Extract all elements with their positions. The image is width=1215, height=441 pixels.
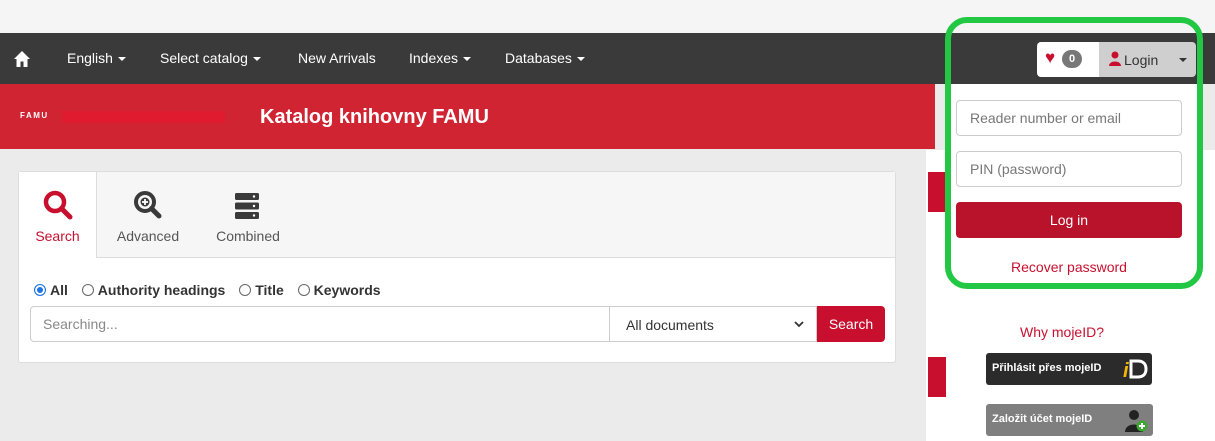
- browser-top-strip: [0, 0, 1215, 33]
- add-user-icon: [1125, 410, 1148, 432]
- search-icon: [43, 190, 72, 220]
- tab-combined[interactable]: Combined: [205, 172, 291, 258]
- nav-indexes-dropdown[interactable]: Indexes: [409, 50, 472, 66]
- tab-combined-label: Combined: [216, 228, 280, 244]
- nav-databases-label: Databases: [505, 50, 572, 66]
- chevron-down-icon: [794, 321, 804, 328]
- caret-down-icon: [576, 57, 585, 62]
- nav-english-dropdown[interactable]: English: [67, 50, 126, 66]
- server-stack-icon: [235, 193, 259, 219]
- svg-text:i: i: [1123, 360, 1129, 382]
- tab-search[interactable]: Search: [19, 172, 97, 258]
- page-title[interactable]: Katalog knihovny FAMU: [260, 106, 489, 129]
- scope-authority-option[interactable]: Authority headings: [81, 282, 236, 298]
- document-type-value: All documents: [626, 317, 714, 333]
- home-icon[interactable]: [13, 50, 31, 68]
- scope-authority-label: Authority headings: [97, 282, 226, 298]
- user-icon: [1109, 51, 1121, 66]
- log-in-button[interactable]: Log in: [956, 202, 1182, 238]
- nav-new-arrivals-link[interactable]: New Arrivals: [298, 50, 376, 66]
- caret-down-icon: [463, 57, 472, 62]
- nav-indexes-label: Indexes: [409, 50, 459, 66]
- scope-all-label: All: [50, 282, 68, 298]
- caret-down-icon: [117, 57, 126, 62]
- nav-select-catalog-dropdown[interactable]: Select catalog: [160, 50, 261, 66]
- search-input[interactable]: [30, 306, 610, 342]
- mojeid-create-label: Založit účet mojeID: [992, 413, 1093, 425]
- login-label: Login: [1124, 52, 1159, 68]
- top-navbar: English Select catalog New Arrivals Inde…: [0, 33, 1215, 84]
- sidebar-box-header: [928, 357, 946, 397]
- famu-logo[interactable]: FAMU: [20, 111, 49, 120]
- nav-databases-dropdown[interactable]: Databases: [505, 50, 585, 66]
- search-scope-radios: All Authority headings Title Keywords: [34, 282, 391, 298]
- sidebar-box-header: [928, 172, 946, 212]
- scope-title-label: Title: [255, 282, 284, 298]
- caret-down-icon: [252, 57, 261, 62]
- tab-search-label: Search: [35, 228, 80, 244]
- tab-advanced[interactable]: Advanced: [105, 172, 191, 258]
- favorites-button[interactable]: ♥ 0: [1037, 42, 1099, 77]
- tab-advanced-label: Advanced: [116, 228, 180, 244]
- heart-icon: ♥: [1045, 48, 1056, 67]
- radio-title[interactable]: [239, 284, 252, 296]
- famu-logo-bar: [62, 111, 225, 123]
- scope-keywords-label: Keywords: [313, 282, 381, 298]
- nav-english-label: English: [67, 50, 113, 66]
- radio-keywords[interactable]: [297, 284, 310, 296]
- radio-authority-headings[interactable]: [81, 284, 94, 296]
- why-mojeid-link[interactable]: Why mojeID?: [986, 324, 1138, 340]
- recover-password-link[interactable]: Recover password: [956, 259, 1182, 275]
- mojeid-create-account-button[interactable]: Založit účet mojeID: [986, 404, 1153, 436]
- mojeid-login-label: Přihlásit přes mojeID: [992, 362, 1102, 374]
- mojeid-login-button[interactable]: Přihlásit přes mojeID i: [986, 353, 1152, 385]
- radio-all[interactable]: [34, 284, 46, 296]
- scope-title-option[interactable]: Title: [239, 282, 294, 298]
- caret-down-icon: [1179, 58, 1187, 62]
- mojeid-logo-icon: i: [1123, 359, 1148, 382]
- nav-select-catalog-label: Select catalog: [160, 50, 248, 66]
- pin-password-field[interactable]: [956, 151, 1182, 187]
- login-dropdown-button[interactable]: Login: [1099, 42, 1196, 77]
- search-button[interactable]: Search: [817, 306, 885, 342]
- scope-keywords-option[interactable]: Keywords: [297, 282, 391, 298]
- reader-number-field[interactable]: [956, 100, 1182, 136]
- document-type-select[interactable]: All documents: [609, 306, 817, 342]
- zoom-plus-icon: [134, 191, 162, 219]
- scope-all-option[interactable]: All: [34, 282, 78, 298]
- favorites-count-badge: 0: [1062, 50, 1082, 68]
